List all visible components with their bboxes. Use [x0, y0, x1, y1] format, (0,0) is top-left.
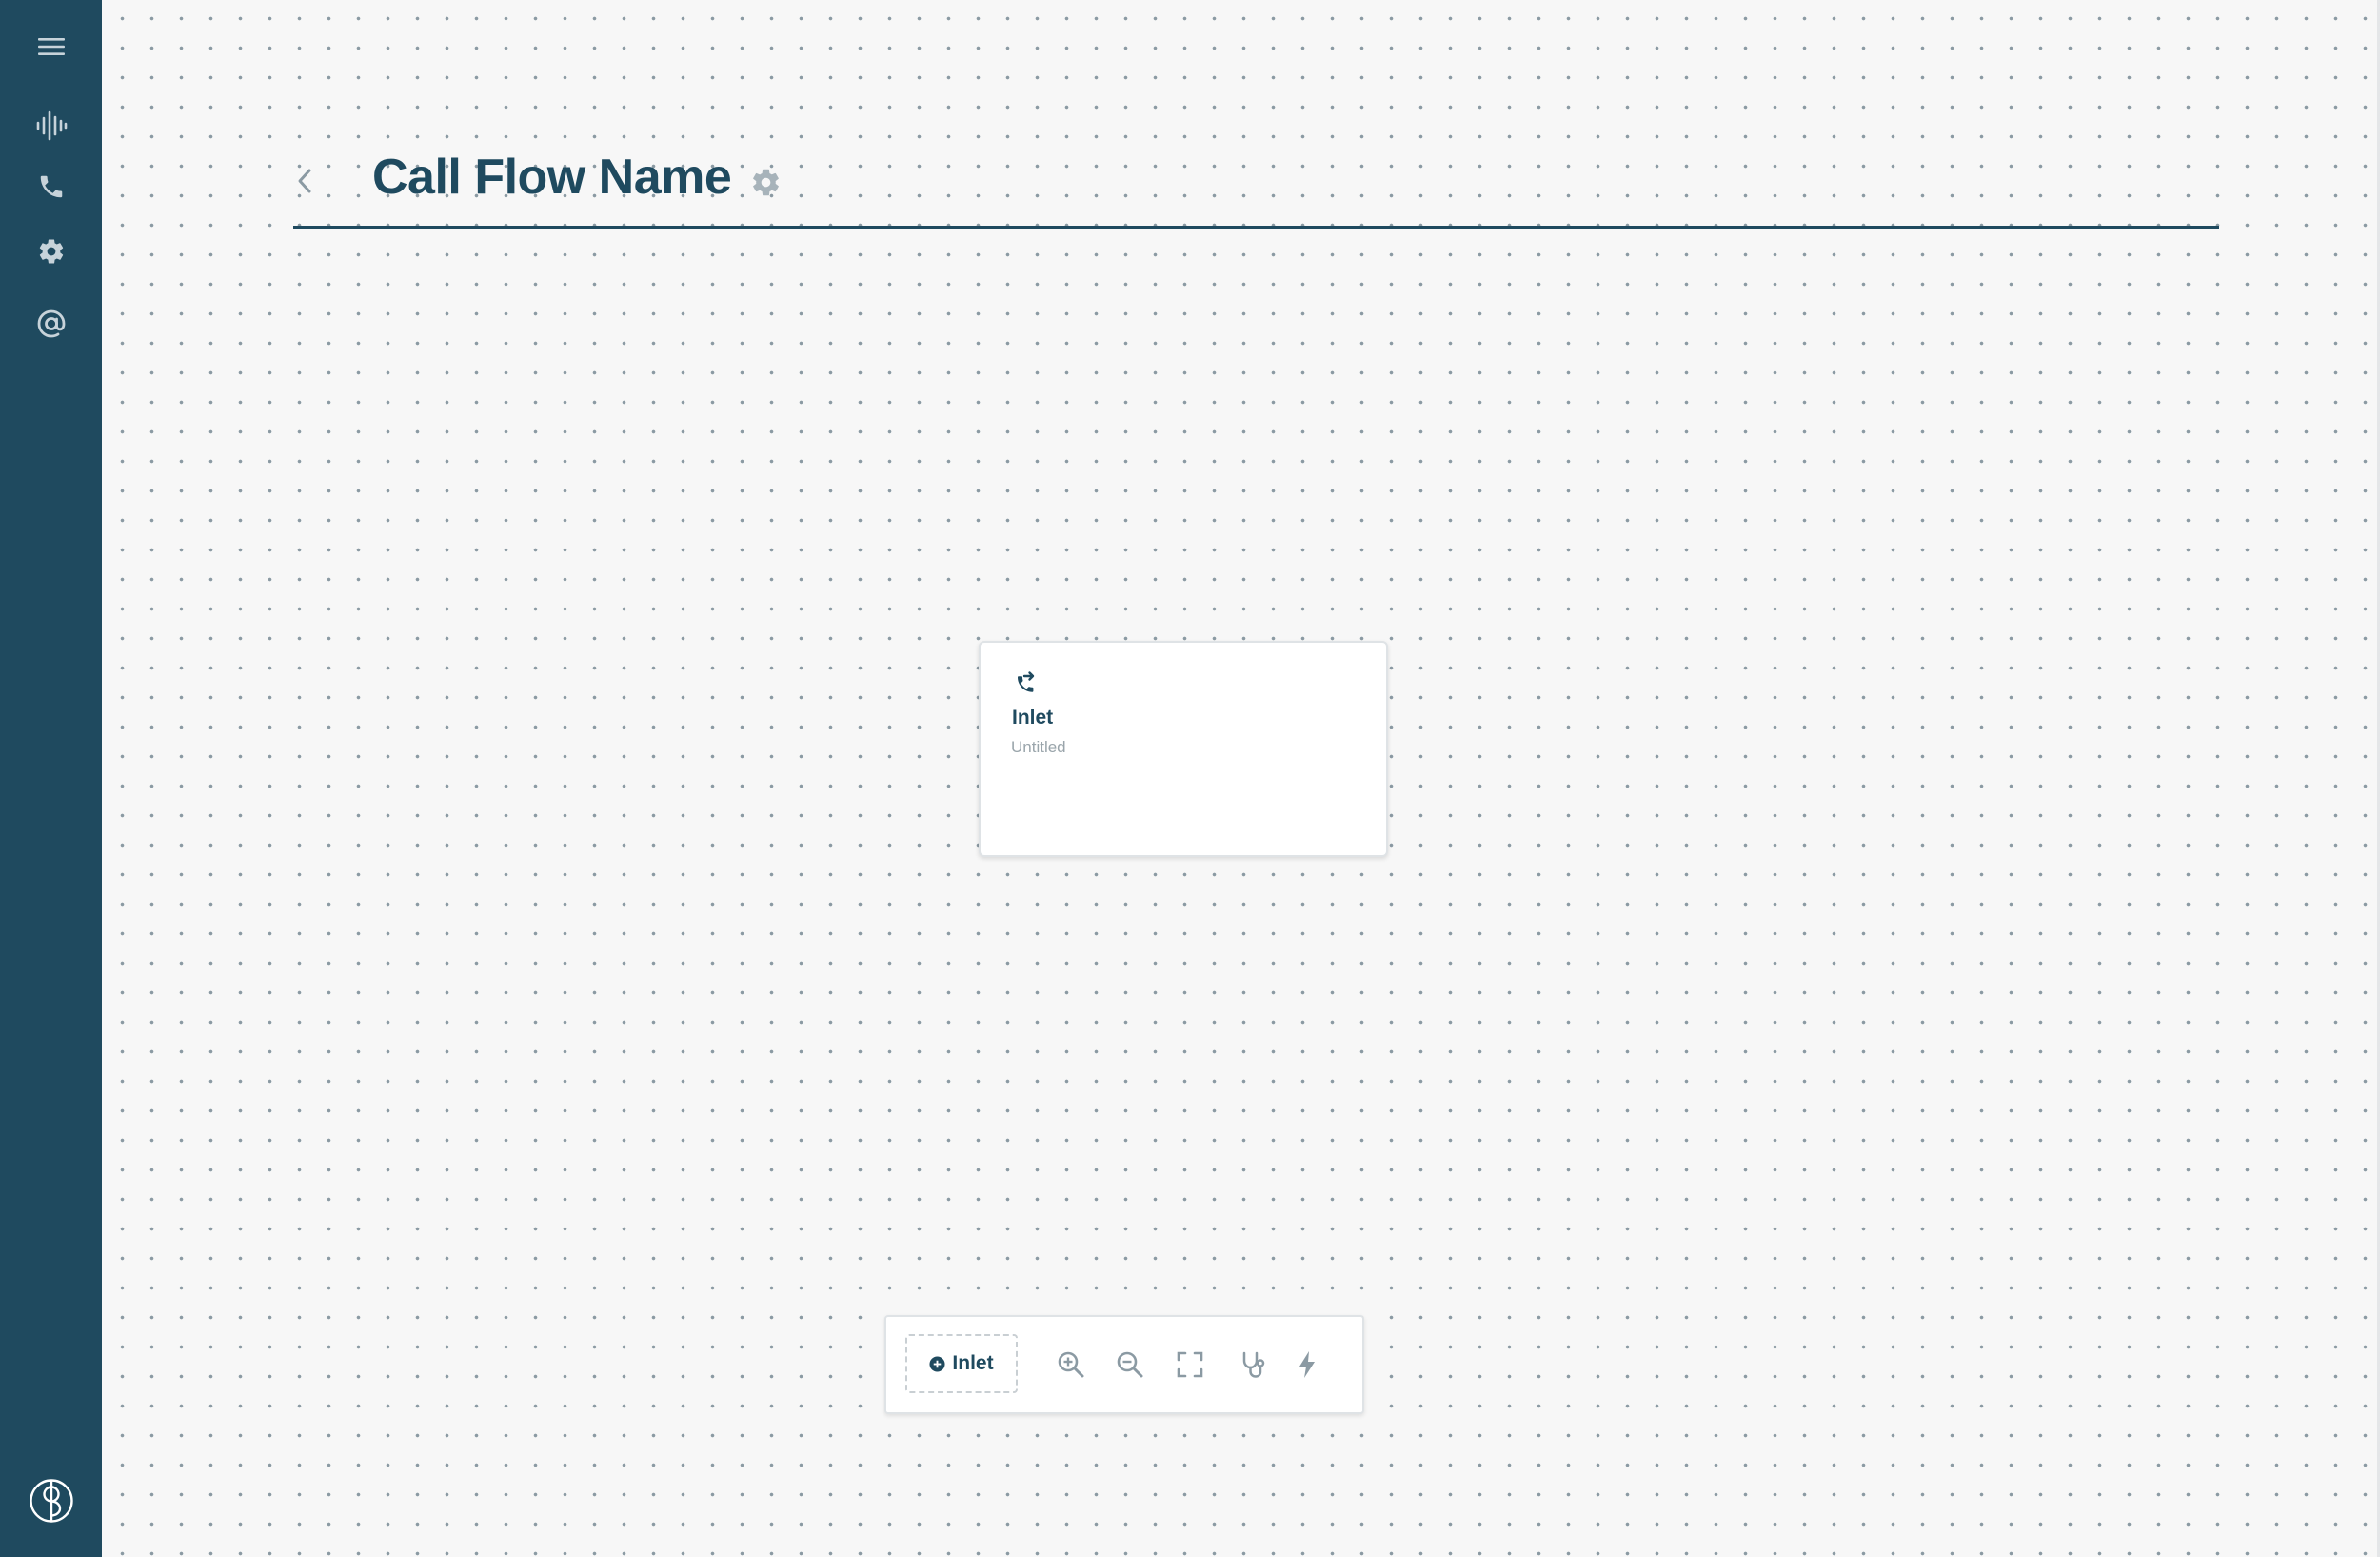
plus-circle-icon — [929, 1355, 945, 1372]
page-title: Call Flow Name — [372, 150, 732, 205]
fit-view-button[interactable] — [1171, 1346, 1209, 1384]
title-settings-button[interactable] — [750, 167, 782, 203]
sidebar-item-settings[interactable] — [0, 223, 102, 280]
sidebar-item-email[interactable] — [0, 295, 102, 352]
gear-icon — [753, 169, 779, 196]
sidebar — [0, 0, 102, 1557]
menu-icon — [37, 38, 65, 55]
fullscreen-icon — [1177, 1351, 1203, 1378]
inlet-node-card[interactable]: Inlet Untitled — [979, 641, 1388, 857]
at-sign-icon — [37, 309, 65, 338]
phone-forward-icon — [1012, 670, 1039, 700]
brand-logo-button[interactable] — [0, 1472, 102, 1529]
canvas-toolbar: Inlet — [884, 1315, 1364, 1414]
stethoscope-icon — [1242, 1351, 1265, 1378]
add-inlet-label: Inlet — [952, 1352, 994, 1374]
title-divider — [293, 226, 2219, 229]
zoom-out-icon — [1117, 1351, 1143, 1378]
gear-icon — [39, 239, 63, 264]
debug-button[interactable] — [1233, 1346, 1271, 1384]
sidebar-item-phone[interactable] — [0, 158, 102, 215]
back-button[interactable] — [293, 164, 316, 198]
node-type-label: Inlet — [1012, 707, 1054, 729]
page-header: Call Flow Name — [293, 143, 2219, 230]
phone-icon — [40, 175, 62, 198]
node-name: Untitled — [1011, 738, 1066, 756]
zoom-in-button[interactable] — [1052, 1346, 1090, 1384]
zoom-in-icon — [1058, 1351, 1084, 1378]
brand-logo-icon — [29, 1479, 73, 1523]
trigger-button[interactable] — [1288, 1346, 1326, 1384]
audio-waveform-icon — [36, 110, 67, 141]
zoom-out-button[interactable] — [1111, 1346, 1149, 1384]
sidebar-item-audio[interactable] — [0, 97, 102, 154]
add-inlet-button[interactable]: Inlet — [905, 1334, 1018, 1393]
menu-button[interactable] — [0, 18, 102, 75]
chevron-left-icon — [298, 169, 311, 193]
lightning-icon — [1299, 1351, 1315, 1378]
